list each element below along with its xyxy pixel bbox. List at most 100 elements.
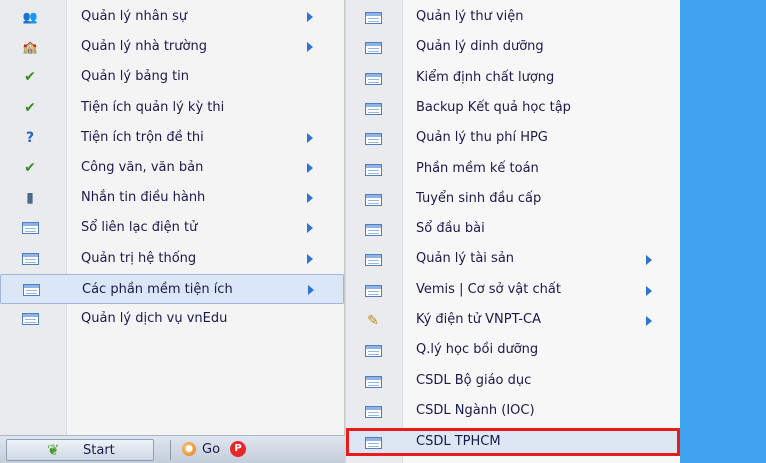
menu-item-q-ly-hoc-boi-duong[interactable]: Q.lý học bồi dưỡng xyxy=(346,337,680,365)
checkmark-pen-icon: ✔ xyxy=(24,99,36,116)
menu-item-quan-ly-bang-tin[interactable]: ✔ Quản lý bảng tin xyxy=(0,62,344,92)
submenu-arrow-icon xyxy=(646,255,652,266)
digital-signature-icon: ✎ xyxy=(367,313,379,329)
menu-item-so-lien-lac-dien-tu[interactable]: Sổ liên lạc điện tử xyxy=(0,213,344,243)
menu-item-label: Nhắn tin điều hành xyxy=(81,190,206,206)
utilities-submenu: Quản lý thư viện Quản lý dinh dưỡng Kiểm đ… xyxy=(345,0,680,463)
school-icon: 🏫 xyxy=(22,40,38,55)
menu-item-label: Kiểm định chất lượng xyxy=(416,69,555,85)
window-icon xyxy=(363,405,383,419)
submenu-arrow-icon xyxy=(307,132,313,143)
submenu-arrow-icon xyxy=(646,285,652,296)
menu-item-label: Quản lý thu phí HPG xyxy=(416,130,548,146)
menu-item-label: Quản trị hệ thống xyxy=(81,250,197,266)
menu-item-label: Tiện ích trộn đề thi xyxy=(81,129,204,145)
taskbar-separator xyxy=(170,440,171,460)
menu-item-backup-ket-qua-hoc-tap[interactable]: Backup Kết quả học tập xyxy=(346,95,680,123)
menu-item-csdl-tphcm[interactable]: CSDL TPHCM xyxy=(346,428,680,457)
window-icon xyxy=(21,283,41,297)
menu-item-vemis-co-so-vat-chat[interactable]: Vemis | Cơ sở vật chất xyxy=(346,277,680,305)
menu-item-label: CSDL Bộ giáo dục xyxy=(416,372,532,388)
menu-item-label: Q.lý học bồi dưỡng xyxy=(416,342,539,358)
menu-item-label: Sổ đầu bài xyxy=(416,221,485,237)
menu-item-label: Các phần mềm tiện ích xyxy=(82,281,233,297)
checkmark-pen-icon: ✔ xyxy=(24,69,36,86)
window-icon xyxy=(20,252,40,266)
window-icon xyxy=(363,163,383,177)
people-icon: 👥 xyxy=(22,10,38,24)
menu-item-quan-ly-nhan-su[interactable]: 👥 Quản lý nhân sự xyxy=(0,2,344,32)
menu-item-label: Backup Kết quả học tập xyxy=(416,99,571,115)
submenu-arrow-icon xyxy=(307,253,313,264)
window-icon xyxy=(363,132,383,146)
menu-item-quan-ly-nha-truong[interactable]: 🏫 Quản lý nhà trường xyxy=(0,32,344,62)
window-icon xyxy=(363,72,383,86)
leaf-icon: ❦ xyxy=(47,441,60,459)
menu-item-quan-ly-thu-phi-hpg[interactable]: Quản lý thu phí HPG xyxy=(346,125,680,153)
go-label: Go xyxy=(202,442,221,457)
checkmark-pen-icon: ✔ xyxy=(24,160,36,176)
go-globe-icon: ● xyxy=(182,442,196,456)
window-icon xyxy=(363,375,383,389)
menu-item-quan-ly-dich-vu-vnedu[interactable]: Quản lý dịch vụ vnEdu xyxy=(0,304,344,334)
window-icon xyxy=(363,223,383,237)
window-icon xyxy=(363,41,383,55)
menu-item-cong-van-van-ban[interactable]: ✔ Công văn, văn bản xyxy=(0,153,344,183)
menu-item-label: Quản lý nhân sự xyxy=(81,9,188,24)
menu-item-quan-ly-dinh-duong[interactable]: Quản lý dinh dưỡng xyxy=(346,34,680,62)
submenu-arrow-icon xyxy=(307,223,313,234)
menu-item-tien-ich-tron-de-thi[interactable]: ? Tiện ích trộn đề thi xyxy=(0,123,344,153)
window-icon xyxy=(363,11,383,25)
menu-item-ky-dien-tu-vnpt-ca[interactable]: ✎ Ký điện tử VNPT-CA xyxy=(346,307,680,335)
menu-item-cac-phan-mem-tien-ich[interactable]: Các phần mềm tiện ích xyxy=(0,273,344,304)
menu-item-nhan-tin-dieu-hanh[interactable]: ▮ Nhắn tin điều hành xyxy=(0,183,344,213)
menu-item-tuyen-sinh-dau-cap[interactable]: Tuyển sinh đầu cấp xyxy=(346,186,680,214)
window-icon xyxy=(20,312,40,326)
menu-item-label: Tuyển sinh đầu cấp xyxy=(416,190,542,206)
start-button[interactable]: ❦ Start xyxy=(6,439,154,461)
go-button[interactable]: ● Go P xyxy=(180,439,285,461)
mobile-phone-icon: ▮ xyxy=(26,190,34,207)
menu-item-label: Quản lý dinh dưỡng xyxy=(416,39,544,55)
menu-item-csdl-nganh-ioc[interactable]: CSDL Ngành (IOC) xyxy=(346,398,680,426)
menu-item-label: Vemis | Cơ sở vật chất xyxy=(416,281,561,297)
menu-item-quan-ly-thu-vien[interactable]: Quản lý thư viện xyxy=(346,4,680,32)
window-icon xyxy=(363,193,383,207)
submenu-arrow-icon xyxy=(307,12,313,22)
menu-item-so-dau-bai[interactable]: Sổ đầu bài xyxy=(346,216,680,244)
submenu-arrow-icon xyxy=(307,193,313,204)
menu-item-label: Quản lý tài sản xyxy=(416,251,515,267)
question-icon: ? xyxy=(25,129,35,146)
menu-item-label: Sổ liên lạc điện tử xyxy=(81,220,198,236)
menu-item-label: Phần mềm kế toán xyxy=(416,160,539,176)
submenu-arrow-icon xyxy=(307,163,313,173)
pdf-reader-icon[interactable]: P xyxy=(230,441,246,457)
window-icon xyxy=(363,253,383,267)
start-menu-main: 👥 Quản lý nhân sự 🏫 Quản lý nhà trường ✔ Quản… xyxy=(0,0,345,435)
window-icon xyxy=(20,221,40,235)
submenu-arrow-icon xyxy=(307,42,313,53)
start-label: Start xyxy=(83,443,115,458)
submenu-arrow-icon xyxy=(308,284,314,295)
taskbar: ❦ Start ● Go P xyxy=(0,435,345,463)
menu-item-phan-mem-ke-toan[interactable]: Phần mềm kế toán xyxy=(346,156,680,184)
menu-item-label: Quản lý thư viện xyxy=(416,9,524,24)
menu-item-label: Tiện ích quản lý kỳ thi xyxy=(81,99,225,115)
window-icon xyxy=(363,436,383,450)
window-icon xyxy=(363,284,383,298)
menu-item-csdl-bo-giao-duc[interactable]: CSDL Bộ giáo dục xyxy=(346,368,680,396)
menu-item-label: Quản lý bảng tin xyxy=(81,69,190,85)
window-icon xyxy=(363,344,383,358)
menu-item-label: Ký điện tử VNPT-CA xyxy=(416,312,541,327)
menu-item-quan-tri-he-thong[interactable]: Quản trị hệ thống xyxy=(0,244,344,274)
menu-item-label: Quản lý nhà trường xyxy=(81,39,207,55)
menu-item-label: CSDL TPHCM xyxy=(416,434,501,450)
menu-item-quan-ly-tai-san[interactable]: Quản lý tài sản xyxy=(346,246,680,274)
menu-item-kiem-dinh-chat-luong[interactable]: Kiểm định chất lượng xyxy=(346,65,680,93)
submenu-arrow-icon xyxy=(646,316,652,326)
menu-item-label: CSDL Ngành (IOC) xyxy=(416,402,535,418)
window-icon xyxy=(363,102,383,116)
menu-item-label: Quản lý dịch vụ vnEdu xyxy=(81,311,228,326)
menu-item-tien-ich-quan-ly-ky-thi[interactable]: ✔ Tiện ích quản lý kỳ thi xyxy=(0,93,344,123)
menu-item-label: Công văn, văn bản xyxy=(81,160,204,175)
